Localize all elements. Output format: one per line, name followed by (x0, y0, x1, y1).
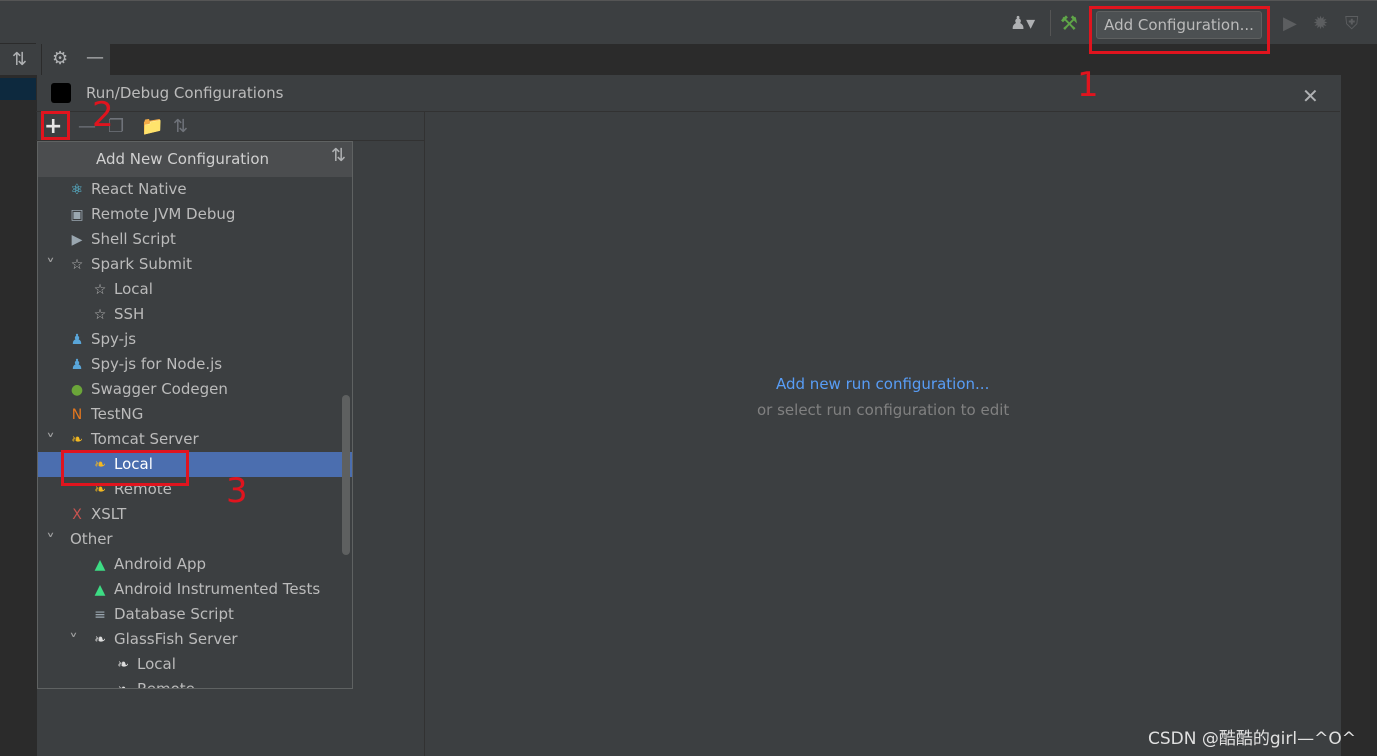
android-test-icon: ▲ (94, 582, 106, 598)
empty-state-hint: or select run configuration to edit (757, 401, 1010, 419)
config-type-label: Spark Submit (91, 255, 193, 273)
spy-js-node-icon: ♟ (70, 357, 84, 373)
config-type-label: Local (114, 280, 153, 298)
user-icon[interactable]: ♟▾ (1010, 15, 1035, 33)
remote-debug-icon: ▣ (70, 207, 84, 223)
config-type-item[interactable]: ❧ Local (114, 652, 176, 677)
build-hammer-icon[interactable]: ⚒ (1060, 13, 1078, 33)
collapse-all-icon[interactable]: ⇅ (12, 51, 27, 69)
annotation-box-2 (41, 111, 70, 140)
config-type-label: Other (70, 530, 113, 548)
config-type-item[interactable]: N TestNG (68, 402, 144, 427)
add-new-run-config-link[interactable]: Add new run configuration... (776, 375, 989, 393)
config-type-item[interactable]: ❧ Tomcat Server (68, 427, 199, 452)
intellij-logo-icon (48, 80, 74, 106)
watermark: CSDN @酷酷的girl—^O^ (1148, 729, 1356, 749)
expand-arrow-icon[interactable]: ˅ (46, 256, 55, 277)
collapse-all-icon[interactable]: ⇅ (331, 145, 346, 166)
config-type-label: XSLT (91, 505, 127, 523)
spark-icon: ☆ (70, 257, 84, 273)
config-type-label: Android App (114, 555, 207, 573)
annotation-box-1 (1089, 6, 1270, 54)
shell-script-icon: ▶ (71, 232, 83, 248)
folder-add-icon[interactable]: 📁 (141, 116, 163, 137)
annotation-number-3: 3 (226, 471, 248, 511)
config-type-item[interactable]: ▣ Remote JVM Debug (68, 202, 235, 227)
expand-arrow-icon[interactable]: ˅ (46, 531, 55, 552)
config-type-label: Tomcat Server (91, 430, 199, 448)
config-type-label: TestNG (91, 405, 144, 423)
config-type-item[interactable]: ▲ Android App (91, 552, 206, 577)
project-tree-selection (0, 78, 36, 100)
popup-bottom-border (37, 688, 353, 689)
coverage-icon[interactable]: ⛨ (1345, 15, 1359, 33)
minimize-icon[interactable]: — (86, 49, 104, 67)
gear-icon[interactable]: ⚙ (52, 50, 68, 68)
config-type-item[interactable]: ▲ Android Instrumented Tests (91, 577, 321, 602)
config-type-label: Swagger Codegen (91, 380, 228, 398)
config-type-item[interactable]: ▶ Shell Script (68, 227, 176, 252)
config-type-label: Shell Script (91, 230, 176, 248)
expand-arrow-icon[interactable]: ˅ (46, 431, 55, 452)
debug-icon[interactable]: ✹ (1313, 15, 1328, 33)
config-type-label: SSH (114, 305, 145, 323)
config-type-label: Spy-js (91, 330, 137, 348)
header-divider (41, 44, 42, 75)
spark-icon: ☆ (93, 282, 107, 298)
swagger-icon: ● (70, 382, 84, 398)
glassfish-icon: ❧ (94, 632, 106, 648)
config-type-label: Database Script (114, 605, 234, 623)
config-type-item[interactable]: ☆ Spark Submit (68, 252, 192, 277)
config-type-item[interactable]: ☆ SSH (91, 302, 145, 327)
config-type-item[interactable]: ❧ GlassFish Server (91, 627, 238, 652)
sort-icon[interactable]: ⇅ (173, 116, 188, 137)
spy-js-icon: ♟ (70, 332, 84, 348)
expand-arrow-icon[interactable]: ˅ (69, 631, 78, 652)
config-type-label: Local (137, 655, 176, 673)
dialog-title: Run/Debug Configurations (86, 84, 284, 102)
config-type-item[interactable]: X XSLT (68, 502, 126, 527)
config-type-label: Spy-js for Node.js (91, 355, 223, 373)
title-divider (36, 111, 1340, 112)
xslt-icon: X (72, 507, 82, 523)
project-tool-window (0, 43, 36, 756)
config-type-label: Android Instrumented Tests (114, 580, 321, 598)
popup-title: Add New Configuration (96, 150, 270, 168)
config-type-item[interactable]: Other (70, 527, 113, 552)
config-type-item[interactable]: ☆ Local (91, 277, 153, 302)
config-type-item[interactable]: ≡ Database Script (91, 602, 234, 627)
config-type-item[interactable]: ⚛ React Native (68, 177, 187, 202)
config-type-label: GlassFish Server (114, 630, 238, 648)
react-icon: ⚛ (70, 182, 84, 198)
config-type-item[interactable]: ♟ Spy-js for Node.js (68, 352, 222, 377)
spark-icon: ☆ (93, 307, 107, 323)
testng-icon: N (71, 407, 83, 423)
android-icon: ▲ (94, 557, 106, 573)
close-icon[interactable]: ✕ (1302, 84, 1319, 108)
annotation-number-2: 2 (92, 95, 114, 135)
config-type-label: React Native (91, 180, 187, 198)
config-type-item[interactable]: ♟ Spy-js (68, 327, 136, 352)
pane-divider (424, 112, 425, 756)
glassfish-icon: ❧ (117, 657, 129, 673)
popup-bottom-clip (38, 688, 354, 756)
annotation-box-3 (61, 450, 189, 486)
toolbar-divider (1050, 10, 1051, 36)
config-type-item[interactable]: ● Swagger Codegen (68, 377, 228, 402)
config-type-label: Remote JVM Debug (91, 205, 236, 223)
run-icon[interactable]: ▶ (1283, 15, 1297, 33)
annotation-number-1: 1 (1077, 65, 1099, 105)
database-icon: ≡ (94, 607, 106, 623)
popup-scrollbar[interactable] (342, 395, 350, 555)
